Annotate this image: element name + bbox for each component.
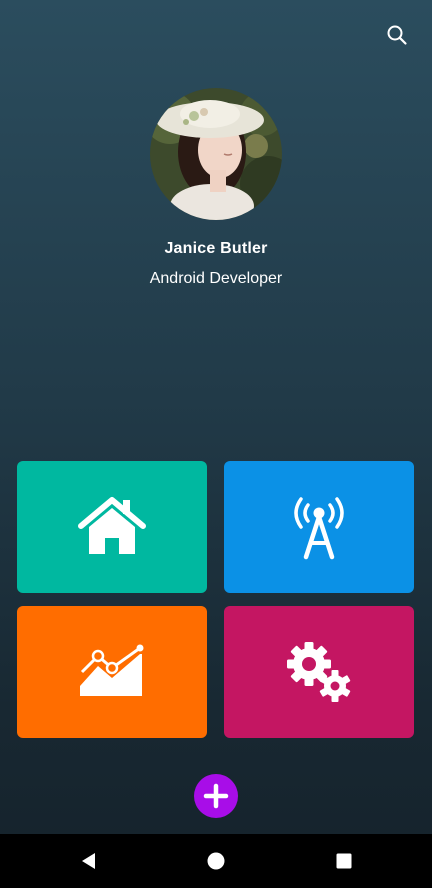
system-navigation-bar	[0, 834, 432, 888]
search-icon	[387, 25, 407, 45]
plus-icon	[203, 783, 229, 809]
recents-square-icon	[336, 853, 352, 869]
gears-icon	[287, 642, 351, 702]
avatar-photo	[150, 88, 282, 220]
home-icon	[78, 497, 146, 554]
profile-name: Janice Butler	[164, 240, 268, 257]
nav-recents-button[interactable]	[329, 846, 359, 876]
chart-tile[interactable]	[17, 606, 207, 738]
back-triangle-icon	[82, 853, 95, 869]
app-screen: Janice Butler Android Developer	[0, 0, 432, 888]
profile-role: Android Developer	[149, 270, 283, 287]
home-circle-icon	[207, 852, 225, 870]
nav-home-button[interactable]	[201, 846, 231, 876]
home-tile[interactable]	[17, 461, 207, 593]
add-fab-button[interactable]	[194, 774, 238, 818]
radio-tower-tile[interactable]	[224, 461, 414, 593]
avatar[interactable]	[150, 88, 282, 220]
search-button[interactable]	[384, 22, 410, 48]
line-chart-icon	[80, 644, 144, 696]
settings-tile[interactable]	[224, 606, 414, 738]
nav-back-button[interactable]	[74, 846, 104, 876]
radio-tower-icon	[294, 497, 344, 560]
